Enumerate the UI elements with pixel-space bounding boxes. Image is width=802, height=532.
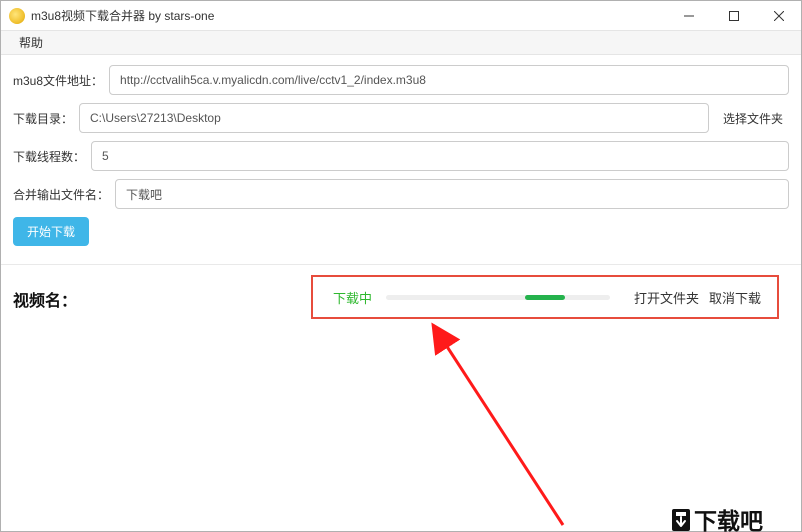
xiazaiba-logo: 下载吧 www.xiazaiba.com (669, 505, 779, 532)
close-button[interactable] (756, 1, 801, 30)
progress-bar (386, 295, 610, 300)
dir-input[interactable] (79, 103, 709, 133)
outfile-input[interactable] (115, 179, 789, 209)
titlebar: m3u8视频下载合并器 by stars-one (1, 1, 801, 31)
row-threads: 下载线程数： (13, 141, 789, 171)
dir-label: 下载目录： (13, 110, 73, 127)
app-icon (9, 8, 25, 24)
window-title: m3u8视频下载合并器 by stars-one (31, 7, 666, 24)
status-downloading: 下载中 (333, 288, 372, 307)
annotation-arrow-icon (373, 315, 593, 532)
url-label: m3u8文件地址： (13, 72, 103, 89)
minimize-button[interactable] (666, 1, 711, 30)
maximize-button[interactable] (711, 1, 756, 30)
download-status-box: 下载中 打开文件夹 取消下载 (311, 275, 779, 319)
open-folder-button[interactable]: 打开文件夹 (634, 288, 699, 307)
svg-text:下载吧: 下载吧 (694, 509, 763, 532)
progress-indicator (525, 295, 565, 300)
choose-folder-button[interactable]: 选择文件夹 (717, 110, 789, 127)
url-input[interactable] (109, 65, 789, 95)
row-url: m3u8文件地址： (13, 65, 789, 95)
menu-help[interactable]: 帮助 (11, 32, 51, 53)
content-area: m3u8文件地址： 下载目录： 选择文件夹 下载线程数： 合并输出文件名： 开始… (1, 55, 801, 532)
video-name-label: 视频名： (13, 287, 77, 311)
app-window: m3u8视频下载合并器 by stars-one 帮助 m3u8文件地址： 下载… (0, 0, 802, 532)
start-download-button[interactable]: 开始下载 (13, 217, 89, 246)
divider (1, 264, 801, 265)
row-outfile: 合并输出文件名： (13, 179, 789, 209)
row-dir: 下载目录： 选择文件夹 (13, 103, 789, 133)
cancel-download-button[interactable]: 取消下载 (709, 288, 761, 307)
outfile-label: 合并输出文件名： (13, 186, 109, 203)
row-start: 开始下载 (13, 217, 789, 246)
status-area: 视频名： 下载中 打开文件夹 取消下载 (13, 275, 789, 532)
menubar: 帮助 (1, 31, 801, 55)
threads-input[interactable] (91, 141, 789, 171)
threads-label: 下载线程数： (13, 148, 85, 165)
